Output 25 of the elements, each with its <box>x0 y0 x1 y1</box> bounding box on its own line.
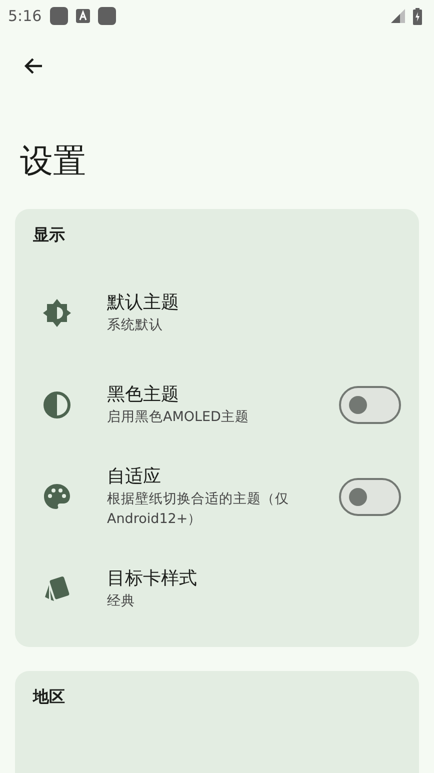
battery-icon <box>413 8 422 24</box>
setting-subtitle: 系统默认 <box>107 316 164 335</box>
page-title: 设置 <box>20 141 87 181</box>
setting-title: 黑色主题 <box>107 382 180 407</box>
settings-row[interactable]: 默认主题 系统默认 <box>15 266 419 359</box>
brightness-icon <box>41 296 73 329</box>
settings-row[interactable]: 自适应 根据壁纸切换合适的主题（仅Android12+） <box>15 450 419 543</box>
settings-row[interactable]: 目标卡样式 经典 <box>15 542 419 635</box>
contrast-icon <box>41 388 73 421</box>
section-title: 地区 <box>33 686 66 708</box>
toggle-switch[interactable] <box>339 478 401 516</box>
notification-icon <box>50 7 68 25</box>
setting-subtitle: 经典 <box>107 592 136 611</box>
toggle-switch[interactable] <box>339 386 401 424</box>
setting-title: 自适应 <box>107 464 162 489</box>
setting-title: 目标卡样式 <box>107 566 198 591</box>
setting-title: 默认主题 <box>107 290 180 315</box>
setting-subtitle: 启用黑色AMOLED主题 <box>107 408 250 427</box>
notification-icon <box>98 7 116 25</box>
status-time: 5:16 <box>8 6 42 27</box>
notification-icon <box>76 9 90 23</box>
section-title: 显示 <box>33 224 66 246</box>
setting-subtitle: 根据壁纸切换合适的主题（仅Android12+） <box>107 490 290 529</box>
signal-icon <box>391 9 405 23</box>
settings-row[interactable]: 黑色主题 启用黑色AMOLED主题 <box>15 358 419 451</box>
